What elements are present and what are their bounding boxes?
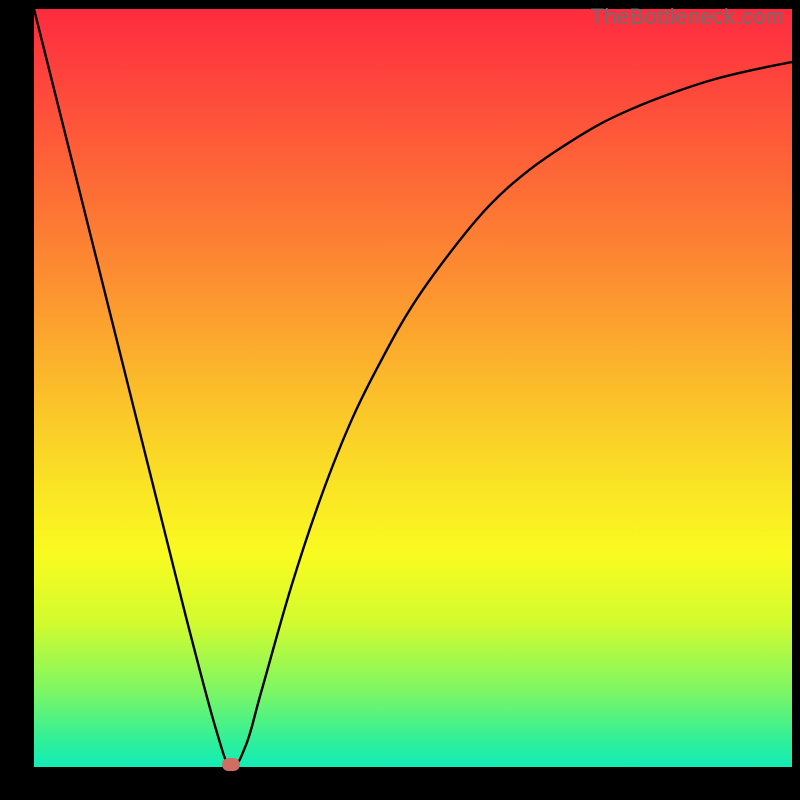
bottleneck-curve (34, 9, 792, 767)
plot-area (34, 9, 792, 767)
curve-path (34, 9, 792, 767)
chart-frame: TheBottleneck.com (0, 0, 800, 800)
watermark-text: TheBottleneck.com (591, 4, 784, 30)
optimum-marker (222, 758, 240, 771)
